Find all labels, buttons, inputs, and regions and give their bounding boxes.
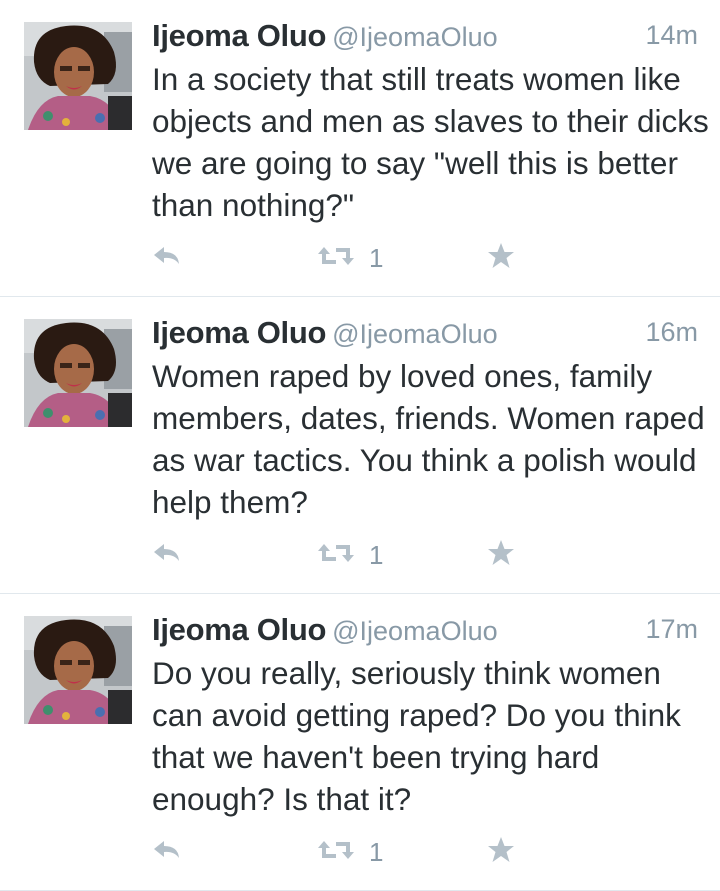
retweet-icon bbox=[317, 243, 355, 274]
star-icon bbox=[486, 835, 516, 870]
retweet-count: 1 bbox=[369, 242, 384, 273]
avatar[interactable] bbox=[24, 319, 132, 427]
tweet-text: Women raped by loved ones, family member… bbox=[152, 358, 705, 520]
timestamp[interactable]: 17m bbox=[645, 614, 698, 645]
reply-button[interactable] bbox=[152, 535, 182, 575]
retweet-icon bbox=[317, 540, 355, 571]
tweet-actions: 1 bbox=[152, 832, 552, 872]
reply-icon bbox=[152, 244, 182, 273]
handle[interactable]: @IjeomaOluo bbox=[332, 616, 497, 646]
reply-icon bbox=[152, 541, 182, 570]
reply-button[interactable] bbox=[152, 832, 182, 872]
retweet-icon bbox=[317, 837, 355, 868]
tweet-actions: 1 bbox=[152, 535, 552, 575]
reply-button[interactable] bbox=[152, 238, 182, 278]
tweet[interactable]: Ijeoma Oluo @IjeomaOluo 14m In a society … bbox=[0, 0, 720, 297]
tweet-actions: 1 bbox=[152, 238, 552, 278]
handle[interactable]: @IjeomaOluo bbox=[332, 22, 497, 52]
display-name[interactable]: Ijeoma Oluo bbox=[152, 315, 326, 350]
avatar[interactable] bbox=[24, 22, 132, 130]
timestamp[interactable]: 14m bbox=[645, 20, 698, 51]
retweet-count: 1 bbox=[369, 539, 384, 570]
timestamp[interactable]: 16m bbox=[645, 317, 698, 348]
star-icon bbox=[486, 241, 516, 276]
display-name[interactable]: Ijeoma Oluo bbox=[152, 18, 326, 53]
tweet-text: Do you really, seriously think women can… bbox=[152, 655, 681, 817]
retweet-count: 1 bbox=[369, 836, 384, 867]
tweet[interactable]: Ijeoma Oluo @IjeomaOluo 17m Do you really… bbox=[0, 594, 720, 891]
tweet-header: Ijeoma Oluo @IjeomaOluo 17m bbox=[152, 612, 698, 652]
favorite-button[interactable] bbox=[486, 238, 516, 278]
favorite-button[interactable] bbox=[486, 535, 516, 575]
retweet-button[interactable]: 1 bbox=[317, 535, 383, 575]
reply-icon bbox=[152, 838, 182, 867]
tweet[interactable]: Ijeoma Oluo @IjeomaOluo 16m Women raped b… bbox=[0, 297, 720, 594]
tweet-body: Ijeoma Oluo @IjeomaOluo 16m Women raped b… bbox=[152, 315, 705, 523]
tweet-header: Ijeoma Oluo @IjeomaOluo 14m bbox=[152, 18, 698, 58]
handle[interactable]: @IjeomaOluo bbox=[332, 319, 497, 349]
tweet-header: Ijeoma Oluo @IjeomaOluo 16m bbox=[152, 315, 698, 355]
retweet-button[interactable]: 1 bbox=[317, 238, 383, 278]
tweet-body: Ijeoma Oluo @IjeomaOluo 17m Do you really… bbox=[152, 612, 698, 820]
tweet-body: Ijeoma Oluo @IjeomaOluo 14m In a society … bbox=[152, 18, 709, 226]
avatar[interactable] bbox=[24, 616, 132, 724]
star-icon bbox=[486, 538, 516, 573]
retweet-button[interactable]: 1 bbox=[317, 832, 383, 872]
tweet-text: In a society that still treats women lik… bbox=[152, 61, 709, 223]
favorite-button[interactable] bbox=[486, 832, 516, 872]
timeline: Ijeoma Oluo @IjeomaOluo 14m In a society … bbox=[0, 0, 720, 891]
display-name[interactable]: Ijeoma Oluo bbox=[152, 612, 326, 647]
